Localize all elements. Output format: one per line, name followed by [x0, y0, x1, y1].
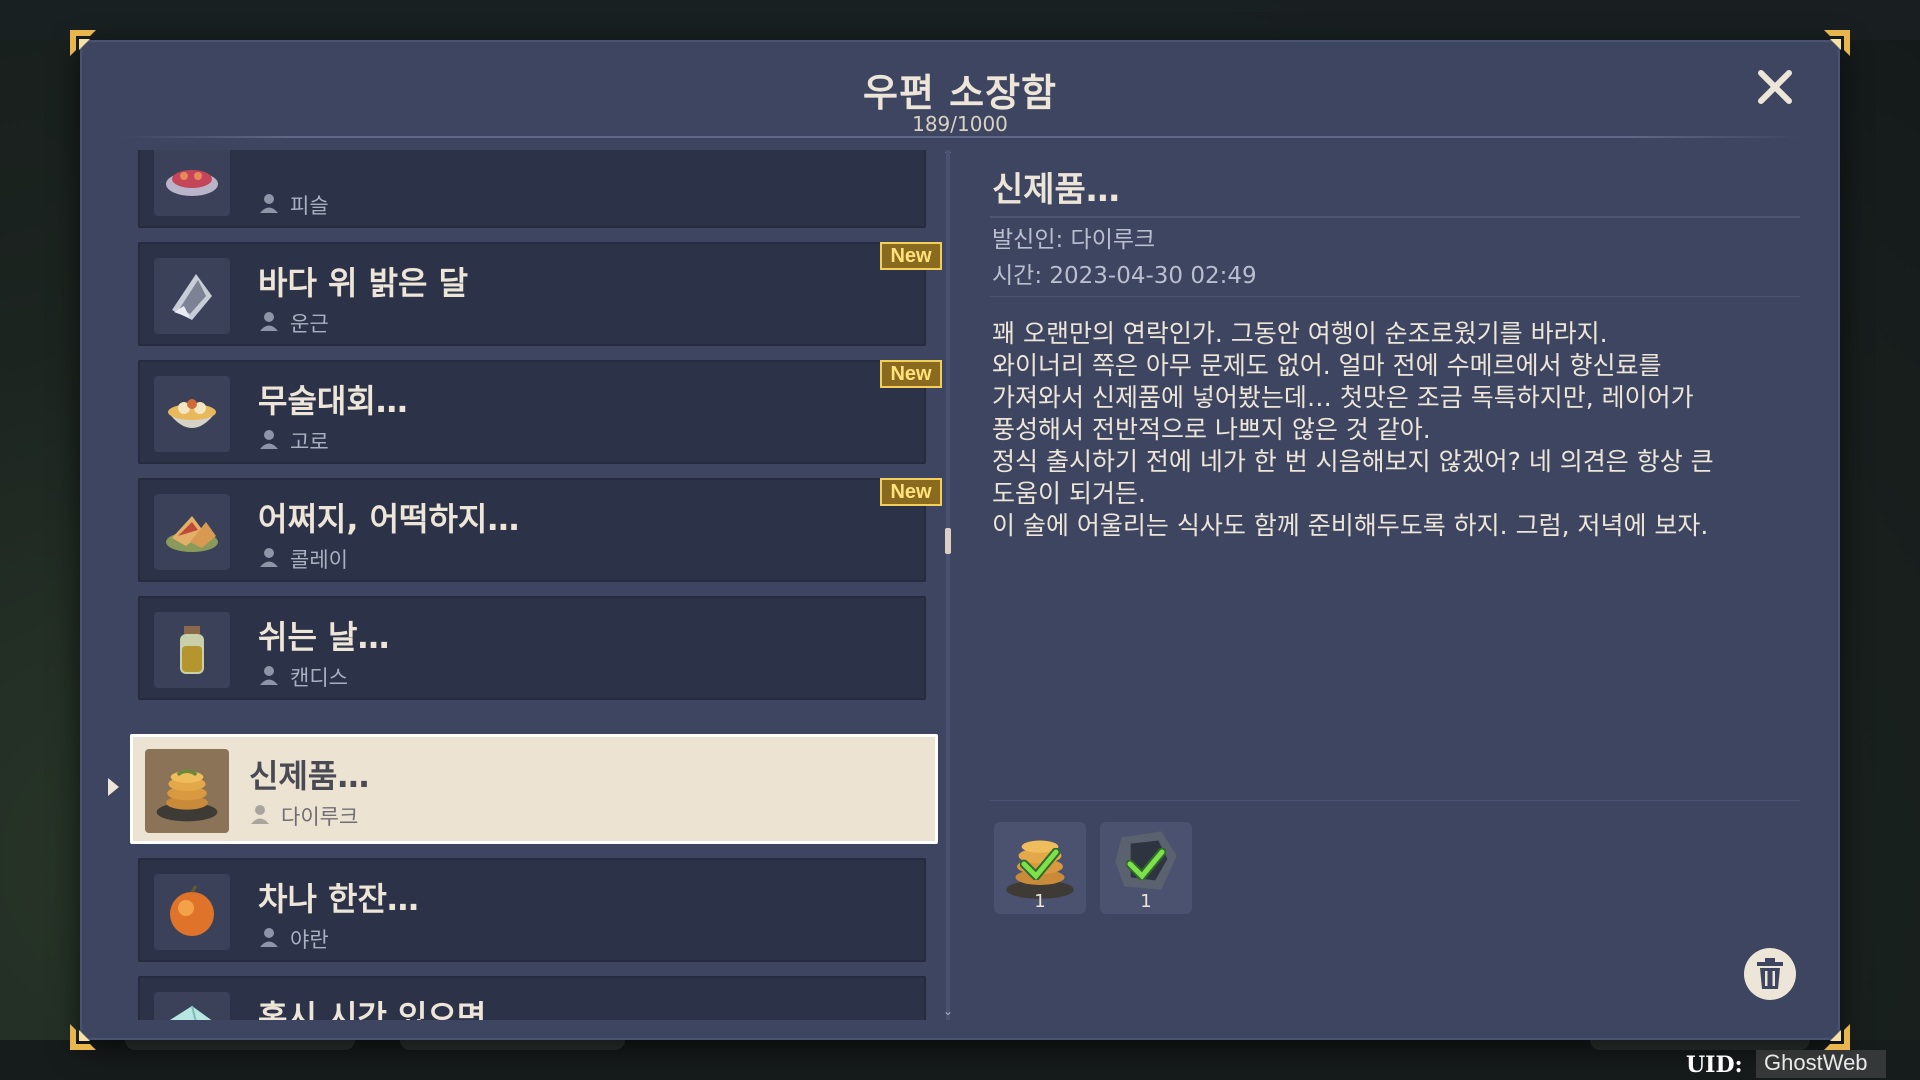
- mail-item-sender: 콜레이: [290, 548, 348, 572]
- mail-item-title: 어쩌지, 어떡하지…: [258, 500, 520, 538]
- pancake-stack-icon: [145, 749, 229, 833]
- mail-body-line: 가져와서 신제품에 넣어봤는데… 첫맛은 조금 독특하지만, 레이어가: [992, 383, 1694, 412]
- delete-button[interactable]: [1744, 948, 1796, 1000]
- mail-item-sender: 운근: [290, 312, 329, 336]
- new-badge: New: [880, 360, 942, 388]
- person-icon: [260, 312, 278, 331]
- person-icon: [260, 928, 278, 947]
- header-divider: [120, 136, 1800, 138]
- mail-item[interactable]: 피슬: [138, 150, 926, 228]
- new-badge: New: [880, 242, 942, 270]
- scroll-down-icon[interactable]: ⌄: [942, 1005, 954, 1017]
- selected-indicator-icon: [108, 778, 119, 796]
- mail-count: 189/1000: [912, 112, 1008, 136]
- crystal-fan-icon: [154, 258, 230, 334]
- mail-body: 꽤 오랜만의 연락인가. 그동안 여행이 순조로웠기를 바라지. 와이너리 쪽은…: [992, 318, 1792, 542]
- attachment-divider: [990, 800, 1800, 801]
- corner-ornament-icon: [1822, 1022, 1852, 1052]
- mail-body-line: 꽤 오랜만의 연락인가. 그동안 여행이 순조로웠기를 바라지.: [992, 319, 1608, 348]
- mail-item-title: 신제품…: [249, 757, 370, 795]
- crystal-icon: [154, 992, 230, 1020]
- uid-value: GhostWeb: [1756, 1050, 1886, 1078]
- corner-ornament-icon: [68, 28, 98, 58]
- mail-item-title: 혹시 시간 있으면…: [258, 998, 519, 1020]
- background-top-bar: [0, 0, 1920, 40]
- mail-item-selected[interactable]: 신제품… 다이루크: [130, 734, 938, 844]
- mail-item-sender: 야란: [290, 928, 329, 952]
- food-dish-icon: [154, 150, 230, 216]
- close-button[interactable]: [1750, 62, 1800, 112]
- mail-item[interactable]: 쉬는 날… 캔디스: [138, 596, 926, 700]
- mail-item-sender: 캔디스: [290, 666, 348, 690]
- mail-item[interactable]: 혹시 시간 있으면… 소: [138, 976, 926, 1020]
- scrollbar-track[interactable]: [946, 150, 950, 1020]
- mail-item[interactable]: 바다 위 밝은 달 운근 New: [138, 242, 942, 346]
- close-icon: [1758, 70, 1792, 104]
- mail-item[interactable]: 무술대회… 고로 New: [138, 360, 942, 464]
- mail-item-sender: 다이루크: [281, 805, 359, 829]
- uid-label: UID:: [1686, 1052, 1743, 1078]
- mailbox-panel: 우편 소장함 189/1000 피슬 바다 위 밝은 달 운근 New 무술대회…: [70, 30, 1850, 1050]
- mail-list: 피슬 바다 위 밝은 달 운근 New 무술대회… 고로 New 어쩌지, 어떡…: [108, 150, 968, 1020]
- attachment-quantity: 1: [1034, 891, 1046, 912]
- corner-ornament-icon: [1822, 28, 1852, 58]
- mail-item-title: 쉬는 날…: [258, 618, 390, 656]
- mail-item-sender: 피슬: [290, 194, 329, 218]
- mail-item[interactable]: 어쩌지, 어떡하지… 콜레이 New: [138, 478, 942, 582]
- person-icon: [260, 548, 278, 567]
- mail-item[interactable]: 차나 한잔… 야란: [138, 858, 926, 962]
- mail-sender: 발신인: 다이루크: [992, 227, 1156, 253]
- new-badge: New: [880, 478, 942, 506]
- mail-body-line: 이 술에 어울리는 식사도 함께 준비해두도록 하지. 그럼, 저녁에 보자.: [992, 511, 1709, 540]
- mail-body-line: 풍성해서 전반적으로 나쁘지 않은 것 같아.: [992, 415, 1431, 444]
- mail-item-title: 차나 한잔…: [258, 880, 419, 918]
- wrap-dish-icon: [154, 494, 230, 570]
- detail-divider: [990, 216, 1800, 218]
- mail-body-line: 정식 출시하기 전에 네가 한 번 시음해보지 않겠어? 네 의견은 항상 큰: [992, 447, 1714, 476]
- orange-fruit-icon: [154, 874, 230, 950]
- attachment-item[interactable]: 1: [994, 822, 1086, 914]
- mail-item-sender: 고로: [290, 430, 329, 454]
- mail-time: 시간: 2023-04-30 02:49: [992, 263, 1257, 289]
- claimed-check-icon: [1020, 848, 1060, 880]
- person-icon: [260, 194, 278, 213]
- attachment-quantity: 1: [1140, 891, 1152, 912]
- mail-body-line: 와이너리 쪽은 아무 문제도 없어. 얼마 전에 수메르에서 향신료를: [992, 351, 1662, 380]
- mail-body-line: 도움이 되거든.: [992, 479, 1146, 508]
- noodle-bowl-icon: [154, 376, 230, 452]
- corner-ornament-icon: [68, 1022, 98, 1052]
- mail-detail-title: 신제품…: [992, 170, 1120, 210]
- person-icon: [260, 430, 278, 449]
- mailbox-title: 우편 소장함: [862, 71, 1058, 115]
- claimed-check-icon: [1126, 848, 1166, 880]
- person-icon: [260, 666, 278, 685]
- attachment-item[interactable]: 1: [1100, 822, 1192, 914]
- scrollbar-thumb[interactable]: [945, 528, 951, 554]
- mail-item-title: 바다 위 밝은 달: [258, 264, 469, 302]
- mail-item-title: 무술대회…: [258, 382, 408, 420]
- person-icon: [251, 805, 269, 824]
- jar-icon: [154, 612, 230, 688]
- detail-divider: [990, 296, 1800, 297]
- trash-icon: [1757, 958, 1783, 989]
